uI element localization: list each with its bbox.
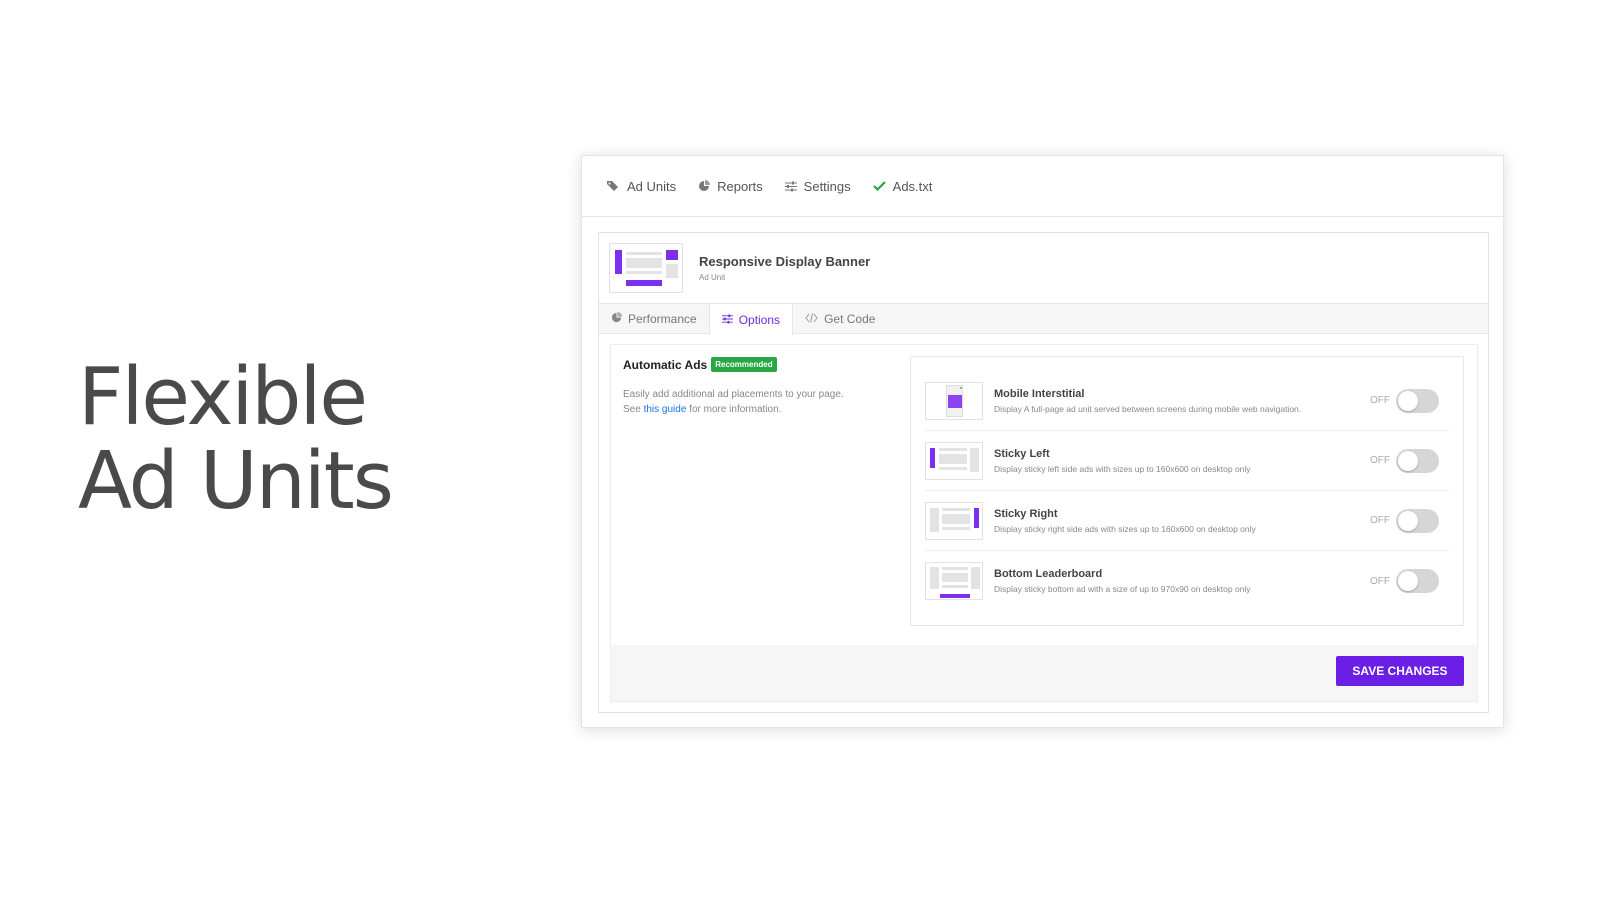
toggle-state-label: OFF: [1370, 515, 1390, 526]
option-description: Display sticky right side ads with sizes…: [994, 523, 1256, 534]
nav-label: Reports: [717, 178, 763, 194]
option-description: Display sticky left side ads with sizes …: [994, 463, 1251, 474]
option-text: Bottom Leaderboard Display sticky bottom…: [994, 568, 1370, 594]
option-name: Mobile Interstitial: [994, 387, 1085, 400]
desc-line-2: See this guide for more information.: [623, 402, 883, 417]
toggle-state-label: OFF: [1370, 395, 1390, 406]
nav-label: Settings: [803, 178, 851, 194]
nav-label: Ads.txt: [892, 178, 933, 194]
hero-heading: Flexible Ad Units: [78, 351, 394, 527]
nav-item-settings[interactable]: Settings: [784, 178, 851, 194]
check-icon: [872, 181, 886, 191]
pie-chart-icon: [698, 180, 711, 192]
option-name: Sticky Left: [994, 447, 1050, 460]
banner-thumbnail-icon: [609, 243, 683, 293]
ad-unit-card: Responsive Display Banner Ad Unit Perfor…: [598, 232, 1489, 713]
desc-line-1: Easily add additional ad placements to y…: [623, 389, 844, 400]
hero-line-1: Flexible: [78, 351, 368, 443]
toggle-group: OFF: [1370, 388, 1439, 413]
toggle-group: OFF: [1370, 508, 1439, 533]
list-item-sticky-right: Sticky Right Display sticky right side a…: [925, 491, 1449, 551]
toggle-state-label: OFF: [1370, 455, 1390, 466]
bottom-leaderboard-icon: [925, 562, 983, 600]
pie-chart-icon: [611, 311, 622, 326]
list-item-bottom-leaderboard: Bottom Leaderboard Display sticky bottom…: [925, 551, 1449, 611]
option-name: Sticky Right: [994, 507, 1058, 520]
list-item-sticky-left: Sticky Left Display sticky left side ads…: [925, 431, 1449, 491]
toggle-state-label: OFF: [1370, 575, 1390, 587]
tab-label: Performance: [628, 311, 697, 326]
automatic-ads-title-row: Automatic Ads Recommended: [623, 357, 883, 372]
tags-icon: [606, 180, 620, 192]
toggle-group: OFF: [1370, 448, 1439, 473]
top-nav: Ad Units Reports Settings Ads.txt: [582, 156, 1503, 217]
option-text: Sticky Left Display sticky left side ads…: [994, 448, 1370, 474]
option-text: Mobile Interstitial Display A full-page …: [994, 388, 1370, 414]
code-icon: [805, 312, 818, 326]
automatic-ads-section: Automatic Ads Recommended Easily add add…: [623, 357, 883, 417]
toggle-knob: [1398, 390, 1418, 411]
tab-options[interactable]: Options: [708, 304, 794, 335]
sticky-right-toggle[interactable]: [1396, 508, 1439, 533]
unit-tabs: Performance Options Get Code: [599, 303, 1488, 335]
unit-name: Responsive Display Banner: [699, 254, 871, 269]
nav-item-reports[interactable]: Reports: [698, 179, 763, 194]
tab-performance[interactable]: Performance: [599, 304, 709, 333]
app-window: Ad Units Reports Settings Ads.txt Respon…: [581, 155, 1504, 728]
bottom-leaderboard-toggle[interactable]: [1396, 569, 1439, 593]
option-name: Bottom Leaderboard: [994, 568, 1103, 580]
automatic-ads-description: Easily add additional ad placements to y…: [623, 387, 883, 417]
automatic-ads-title: Automatic Ads: [623, 357, 708, 372]
tab-label: Options: [738, 312, 781, 327]
sticky-left-toggle[interactable]: [1396, 448, 1439, 473]
unit-title-block: Responsive Display Banner Ad Unit: [699, 254, 870, 282]
tab-label: Get Code: [824, 311, 876, 326]
mobile-interstitial-icon: [925, 381, 983, 420]
nav-label: Ad Units: [627, 178, 677, 194]
mobile-interstitial-toggle[interactable]: [1396, 388, 1439, 413]
unit-type: Ad Unit: [699, 273, 726, 282]
save-changes-button[interactable]: SAVE CHANGES: [1336, 656, 1464, 686]
guide-link[interactable]: this guide: [644, 404, 687, 415]
list-item-mobile-interstitial: Mobile Interstitial Display A full-page …: [925, 371, 1449, 431]
toggle-knob: [1398, 450, 1418, 471]
nav-item-ads-txt[interactable]: Ads.txt: [872, 178, 933, 194]
sticky-left-icon: [925, 441, 983, 480]
options-panel: Automatic Ads Recommended Easily add add…: [610, 344, 1478, 702]
options-footer: SAVE CHANGES: [611, 645, 1477, 701]
tab-get-code[interactable]: Get Code: [793, 304, 887, 333]
ad-unit-header: Responsive Display Banner Ad Unit: [599, 233, 1488, 303]
sticky-right-icon: [925, 501, 983, 540]
option-description: Display sticky bottom ad with a size of …: [994, 584, 1251, 594]
sliders-icon: [721, 313, 733, 327]
toggle-group: OFF: [1370, 569, 1439, 593]
sliders-icon: [784, 181, 797, 192]
ad-options-list: Mobile Interstitial Display A full-page …: [910, 356, 1464, 626]
toggle-knob: [1398, 510, 1418, 531]
nav-item-ad-units[interactable]: Ad Units: [606, 179, 676, 194]
option-description: Display A full-page ad unit served betwe…: [994, 403, 1302, 414]
recommended-badge: Recommended: [711, 357, 777, 372]
desc-see: See: [623, 404, 641, 415]
toggle-knob: [1398, 571, 1418, 591]
option-text: Sticky Right Display sticky right side a…: [994, 508, 1370, 534]
hero-line-2: Ad Units: [78, 435, 394, 527]
desc-rest: for more information.: [689, 404, 782, 415]
